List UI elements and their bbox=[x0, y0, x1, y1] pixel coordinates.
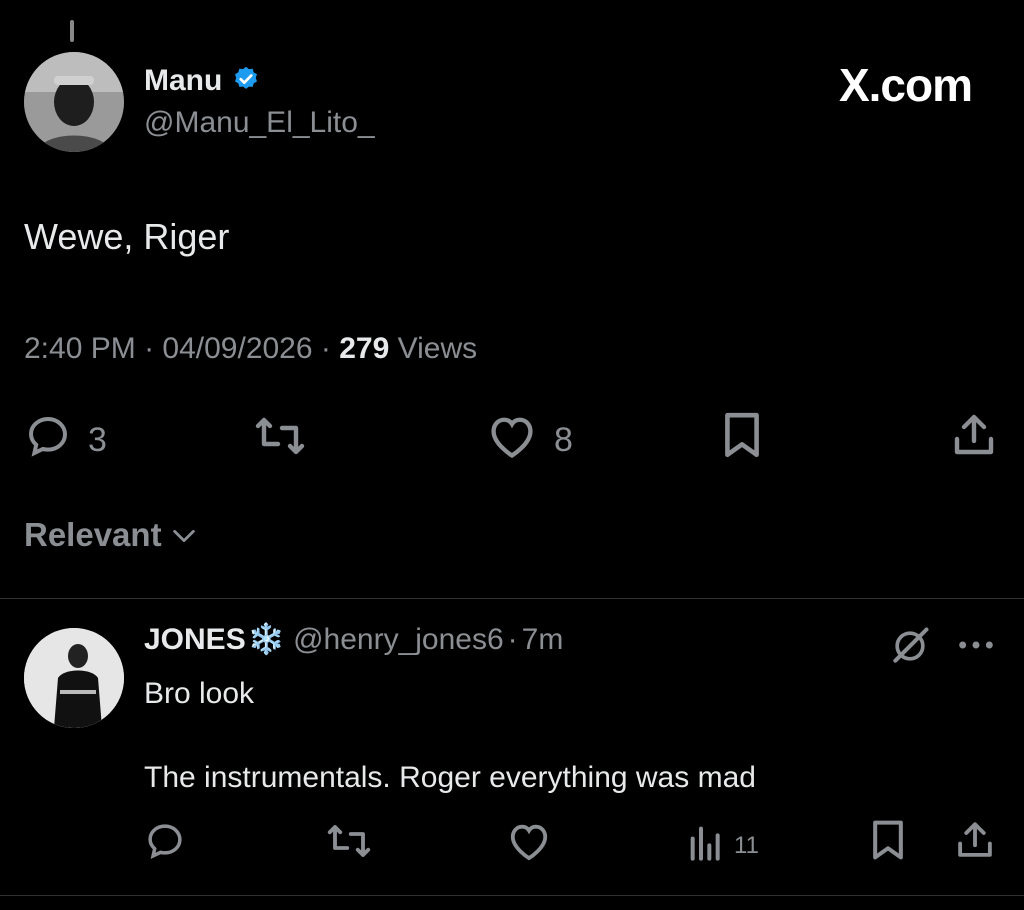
reply-icon bbox=[24, 412, 72, 469]
author-handle[interactable]: @Manu_El_Lito_ bbox=[144, 106, 375, 140]
views-count: 279 bbox=[339, 332, 390, 365]
bookmark-button[interactable] bbox=[720, 410, 764, 469]
snowflake-emoji: ❄️ bbox=[247, 623, 286, 656]
tweet-text: Wewe, Riger bbox=[24, 216, 230, 257]
meta-separator: · bbox=[320, 332, 340, 365]
verified-badge-icon bbox=[232, 65, 260, 98]
reply-sort-selector[interactable]: Relevant bbox=[24, 516, 198, 554]
share-icon bbox=[954, 818, 996, 869]
views-label: Views bbox=[397, 332, 478, 365]
reply-button[interactable]: 3 bbox=[24, 412, 107, 469]
author-name-row: Manu bbox=[144, 64, 260, 98]
reply-author-handle[interactable]: @henry_jones6 bbox=[293, 623, 504, 657]
meta-separator: · bbox=[144, 332, 163, 365]
bookmark-icon bbox=[868, 818, 908, 869]
reply-bookmark-button[interactable] bbox=[868, 818, 908, 869]
thread-connector bbox=[70, 20, 74, 42]
reply-views-button[interactable]: 11 bbox=[688, 822, 759, 869]
reply-share-button[interactable] bbox=[954, 818, 996, 869]
heart-icon bbox=[506, 820, 552, 869]
reply-text-line-2: The instrumentals. Roger everything was … bbox=[144, 761, 756, 794]
section-divider bbox=[0, 895, 1024, 896]
share-button[interactable] bbox=[950, 410, 998, 469]
tweet-date[interactable]: 04/09/2026 bbox=[162, 332, 312, 365]
bookmark-icon bbox=[720, 410, 764, 469]
more-options-icon[interactable] bbox=[956, 630, 996, 665]
author-avatar[interactable] bbox=[24, 52, 124, 152]
reply-text-line-1: Bro look bbox=[144, 677, 255, 710]
repost-icon bbox=[324, 820, 374, 869]
tweet-time[interactable]: 2:40 PM bbox=[24, 332, 136, 365]
reply-reply-button[interactable] bbox=[144, 820, 186, 869]
reply-header: JONES ❄️ @henry_jones6 · 7m bbox=[144, 622, 563, 657]
grok-icon[interactable] bbox=[888, 624, 932, 673]
tweet-meta: 2:40 PM · 04/09/2026 · 279 Views bbox=[24, 332, 477, 366]
like-count: 8 bbox=[554, 421, 573, 459]
brand-logo: X.com bbox=[838, 59, 973, 111]
chevron-down-icon bbox=[170, 516, 198, 554]
repost-icon bbox=[252, 412, 308, 469]
repost-button[interactable] bbox=[252, 412, 308, 469]
heart-icon bbox=[486, 412, 538, 469]
author-name[interactable]: Manu bbox=[144, 64, 222, 98]
reply-author-avatar[interactable] bbox=[24, 628, 124, 728]
section-divider bbox=[0, 598, 1024, 599]
bar-chart-icon bbox=[688, 822, 724, 869]
like-button[interactable]: 8 bbox=[486, 412, 573, 469]
reply-age[interactable]: 7m bbox=[522, 623, 564, 657]
reply-repost-button[interactable] bbox=[324, 820, 374, 869]
reply-count: 3 bbox=[88, 421, 107, 459]
reply-like-button[interactable] bbox=[506, 820, 552, 869]
sort-label: Relevant bbox=[24, 516, 162, 553]
reply-author-name[interactable]: JONES bbox=[144, 623, 246, 657]
reply-views-count: 11 bbox=[734, 831, 759, 859]
reply-icon bbox=[144, 820, 186, 869]
share-icon bbox=[950, 410, 998, 469]
meta-separator: · bbox=[507, 622, 518, 656]
